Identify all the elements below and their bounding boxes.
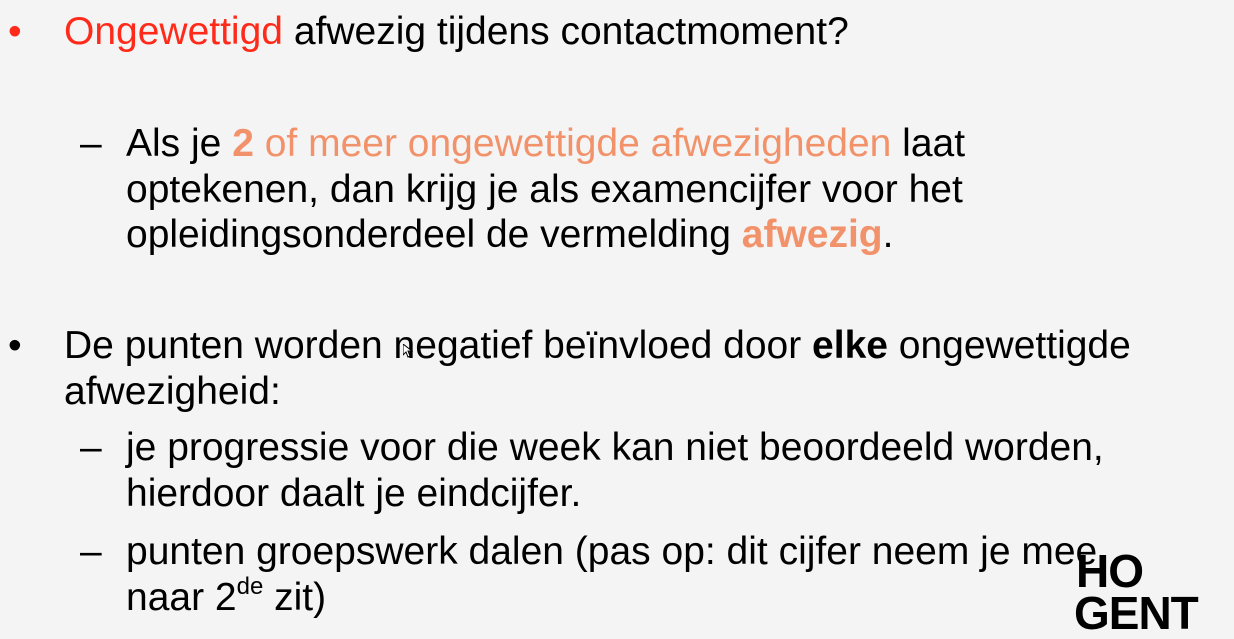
text-fragment: Als je: [126, 122, 233, 165]
dash-marker: –: [80, 426, 102, 469]
highlight-text: of meer ongewettigde afwezigheden: [253, 122, 892, 165]
highlight-text: afwezig: [741, 213, 883, 256]
dash-marker: –: [80, 530, 102, 573]
logo-text-bottom: GENT: [1074, 587, 1199, 639]
superscript-text: de: [236, 573, 264, 600]
bullet-item-points: De punten worden negatief beïnvloed door…: [64, 326, 1131, 365]
sub-item-line: naar 2de zit): [126, 575, 327, 619]
text-fragment: naar 2: [126, 576, 237, 619]
sub-item-line: je progressie voor die week kan niet beo…: [126, 426, 1104, 469]
text-fragment: laat: [891, 122, 966, 165]
text-fragment: opleidingsonderdeel de vermelding: [126, 213, 742, 256]
text-fragment: De punten worden negatief beïnvloed door: [64, 324, 813, 367]
bullet-marker: •: [8, 324, 22, 367]
sub-item-line: opleidingsonderdeel de vermelding afwezi…: [126, 215, 893, 254]
sub-item-line: Als je 2 of meer ongewettigde afwezighed…: [126, 124, 965, 163]
highlight-text: Ongewettigd: [64, 10, 283, 53]
dash-marker: –: [80, 122, 102, 165]
text-fragment: zit): [263, 576, 327, 619]
bold-text: elke: [812, 324, 888, 367]
bullet-item-line: afwezigheid:: [64, 370, 281, 413]
text-fragment: ongewettigde: [887, 324, 1131, 367]
sub-item-line: optekenen, dan krijg je als examencijfer…: [126, 168, 963, 211]
highlight-number: 2: [232, 122, 254, 165]
item-text: afwezig tijdens contactmoment?: [282, 10, 849, 53]
slide: • Ongewettigd afwezig tijdens contactmom…: [0, 0, 1234, 639]
bullet-item-unjustified-absence: Ongewettigd afwezig tijdens contactmomen…: [64, 12, 849, 51]
sub-item-line: hierdoor daalt je eindcijfer.: [126, 472, 582, 515]
sub-item-line: punten groepswerk dalen (pas op: dit cij…: [126, 530, 1098, 573]
mouse-cursor-icon: [403, 344, 413, 358]
hogent-logo: HO GENT: [1074, 548, 1224, 636]
text-fragment: .: [882, 213, 894, 256]
bullet-marker: •: [8, 10, 22, 53]
